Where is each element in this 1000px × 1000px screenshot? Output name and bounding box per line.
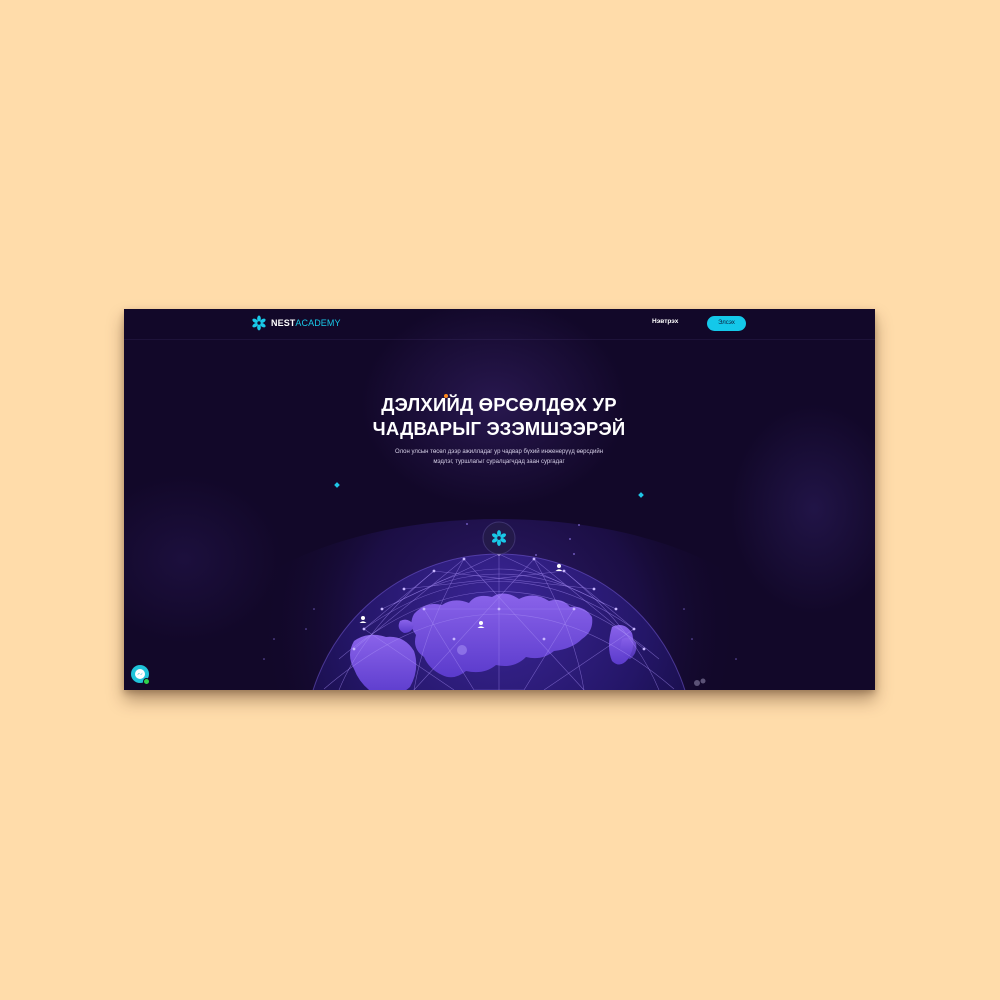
sparkle-left (334, 482, 340, 488)
browser-viewport: NESTACADEMY Нэвтрэх Элсэх ДЭЛХИЙД ӨРСӨЛД… (124, 309, 875, 690)
globe-illustration (199, 482, 799, 690)
sparkle-right (638, 492, 644, 498)
globe-center-badge (482, 521, 516, 555)
online-status-badge (143, 678, 150, 685)
